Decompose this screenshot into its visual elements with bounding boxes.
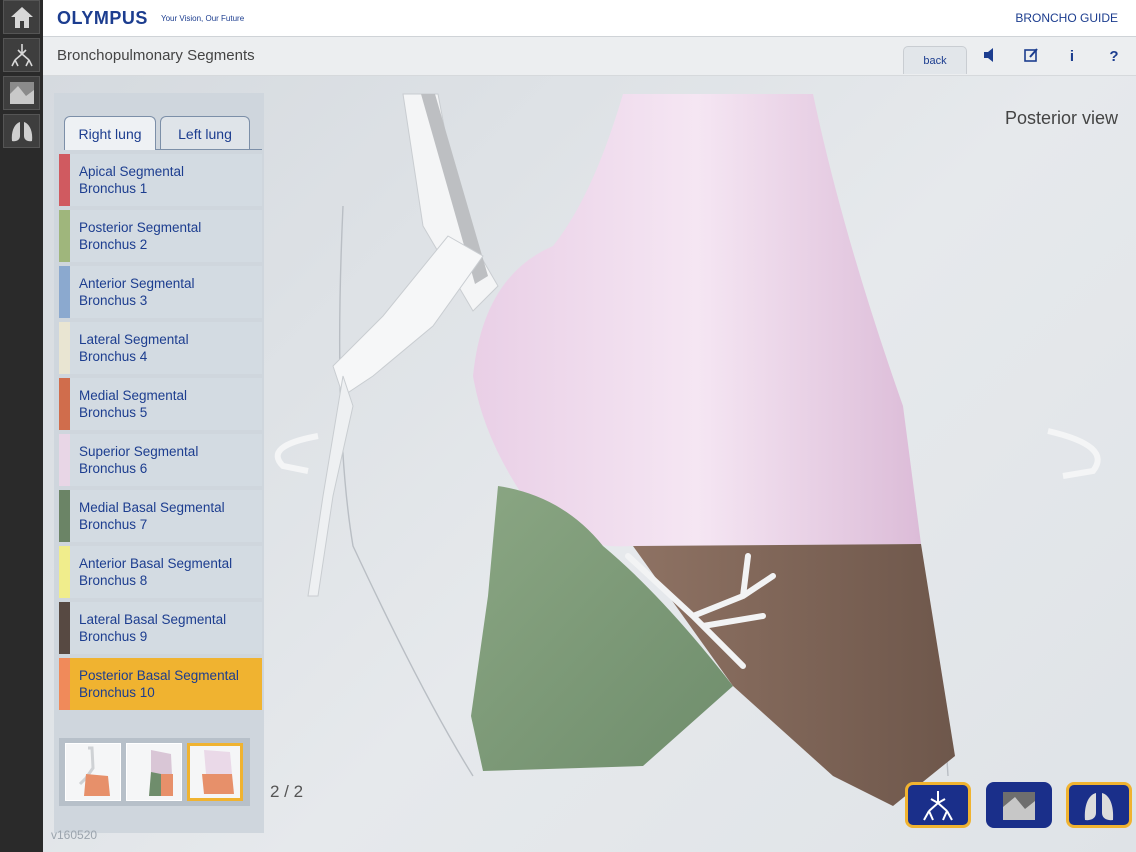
- segment-swatch: [59, 378, 70, 430]
- edit-button[interactable]: [1021, 47, 1041, 67]
- brand-tagline: Your Vision, Our Future: [161, 14, 245, 23]
- bronchial-tree-icon: [11, 44, 33, 67]
- segment-swatch: [59, 154, 70, 206]
- edit-icon: [1024, 48, 1038, 62]
- brand-logo: OLYMPUS: [57, 8, 148, 28]
- thumbnail-view-1[interactable]: [65, 743, 121, 801]
- bronchial-tree-icon: [923, 791, 953, 821]
- segment-swatch: [59, 490, 70, 542]
- segment-label: Posterior Basal Segmental Bronchus 10: [79, 668, 239, 700]
- posterior-view-thumbnail-icon: [202, 750, 234, 794]
- tab-right-lung[interactable]: Right lung: [64, 116, 156, 150]
- segment-swatch: [59, 434, 70, 486]
- segment-item-1[interactable]: Apical Segmental Bronchus 1: [59, 154, 262, 206]
- segment-swatch: [59, 322, 70, 374]
- home-icon: [11, 7, 33, 28]
- tab-left-lung[interactable]: Left lung: [160, 116, 250, 150]
- speaker-button[interactable]: [980, 47, 1000, 67]
- info-button[interactable]: i: [1062, 47, 1082, 67]
- segment-label: Lateral Basal Segmental Bronchus 9: [79, 612, 227, 644]
- back-button[interactable]: back: [903, 46, 967, 74]
- endoscope-image-button[interactable]: [986, 782, 1052, 828]
- segment-list: Apical Segmental Bronchus 1 Posterior Se…: [59, 154, 262, 714]
- segment-swatch: [59, 546, 70, 598]
- segment-item-10[interactable]: Posterior Basal Segmental Bronchus 10: [59, 658, 262, 710]
- app-header: OLYMPUS Your Vision, Our Future BRONCHO …: [43, 0, 1136, 37]
- segment-item-6[interactable]: Superior Segmental Bronchus 6: [59, 434, 262, 486]
- view-label: Posterior view: [1004, 108, 1118, 128]
- version-label: v160520: [51, 828, 98, 842]
- image-icon: [10, 82, 34, 104]
- thumbnail-strip: [59, 738, 250, 806]
- app-name: BRONCHO GUIDE: [1015, 11, 1118, 25]
- lungs-icon: [11, 122, 33, 142]
- segment-label: Apical Segmental Bronchus 1: [79, 164, 185, 196]
- tab-divider: [156, 149, 262, 150]
- segment-item-9[interactable]: Lateral Basal Segmental Bronchus 9: [59, 602, 262, 654]
- segment-label: Lateral Segmental Bronchus 4: [79, 332, 189, 364]
- image-icon: [1003, 792, 1035, 820]
- segment-swatch: [59, 658, 70, 710]
- lungs-nav-button[interactable]: [3, 114, 40, 148]
- info-icon: i: [1069, 48, 1075, 65]
- segment-label: Anterior Segmental Bronchus 3: [79, 276, 195, 308]
- segment-item-2[interactable]: Posterior Segmental Bronchus 2: [59, 210, 262, 262]
- title-bar: Bronchopulmonary Segments back i ?: [43, 37, 1136, 76]
- segment-label: Posterior Segmental Bronchus 2: [79, 220, 202, 252]
- lateral-view-thumbnail-icon: [149, 750, 173, 796]
- thumbnail-view-2[interactable]: [126, 743, 182, 801]
- segment-label: Medial Basal Segmental Bronchus 7: [79, 500, 225, 532]
- help-icon: ?: [1109, 48, 1119, 65]
- side-rail: [0, 0, 43, 852]
- segment-item-5[interactable]: Medial Segmental Bronchus 5: [59, 378, 262, 430]
- page-counter: 2 / 2: [270, 782, 304, 801]
- segment-swatch: [59, 602, 70, 654]
- page-title: Bronchopulmonary Segments: [57, 47, 255, 64]
- segment-item-8[interactable]: Anterior Basal Segmental Bronchus 8: [59, 546, 262, 598]
- home-button[interactable]: [3, 0, 40, 34]
- segment-item-4[interactable]: Lateral Segmental Bronchus 4: [59, 322, 262, 374]
- segment-swatch: [59, 210, 70, 262]
- lungs-view-button[interactable]: [1066, 782, 1132, 828]
- segment-item-7[interactable]: Medial Basal Segmental Bronchus 7: [59, 490, 262, 542]
- segment-swatch: [59, 266, 70, 318]
- help-button[interactable]: ?: [1104, 47, 1124, 67]
- image-nav-button[interactable]: [3, 76, 40, 110]
- thumbnail-view-3[interactable]: [187, 743, 243, 801]
- bronchial-tree-view-button[interactable]: [905, 782, 971, 828]
- lungs-icon: [1084, 793, 1114, 821]
- segment-label: Superior Segmental Bronchus 6: [79, 444, 199, 476]
- segment-label: Medial Segmental Bronchus 5: [79, 388, 188, 420]
- anterior-view-thumbnail-icon: [78, 746, 110, 796]
- segment-label: Anterior Basal Segmental Bronchus 8: [79, 556, 233, 588]
- bronchial-tree-nav-button[interactable]: [3, 38, 40, 72]
- segment-item-3[interactable]: Anterior Segmental Bronchus 3: [59, 266, 262, 318]
- speaker-icon: [984, 48, 993, 62]
